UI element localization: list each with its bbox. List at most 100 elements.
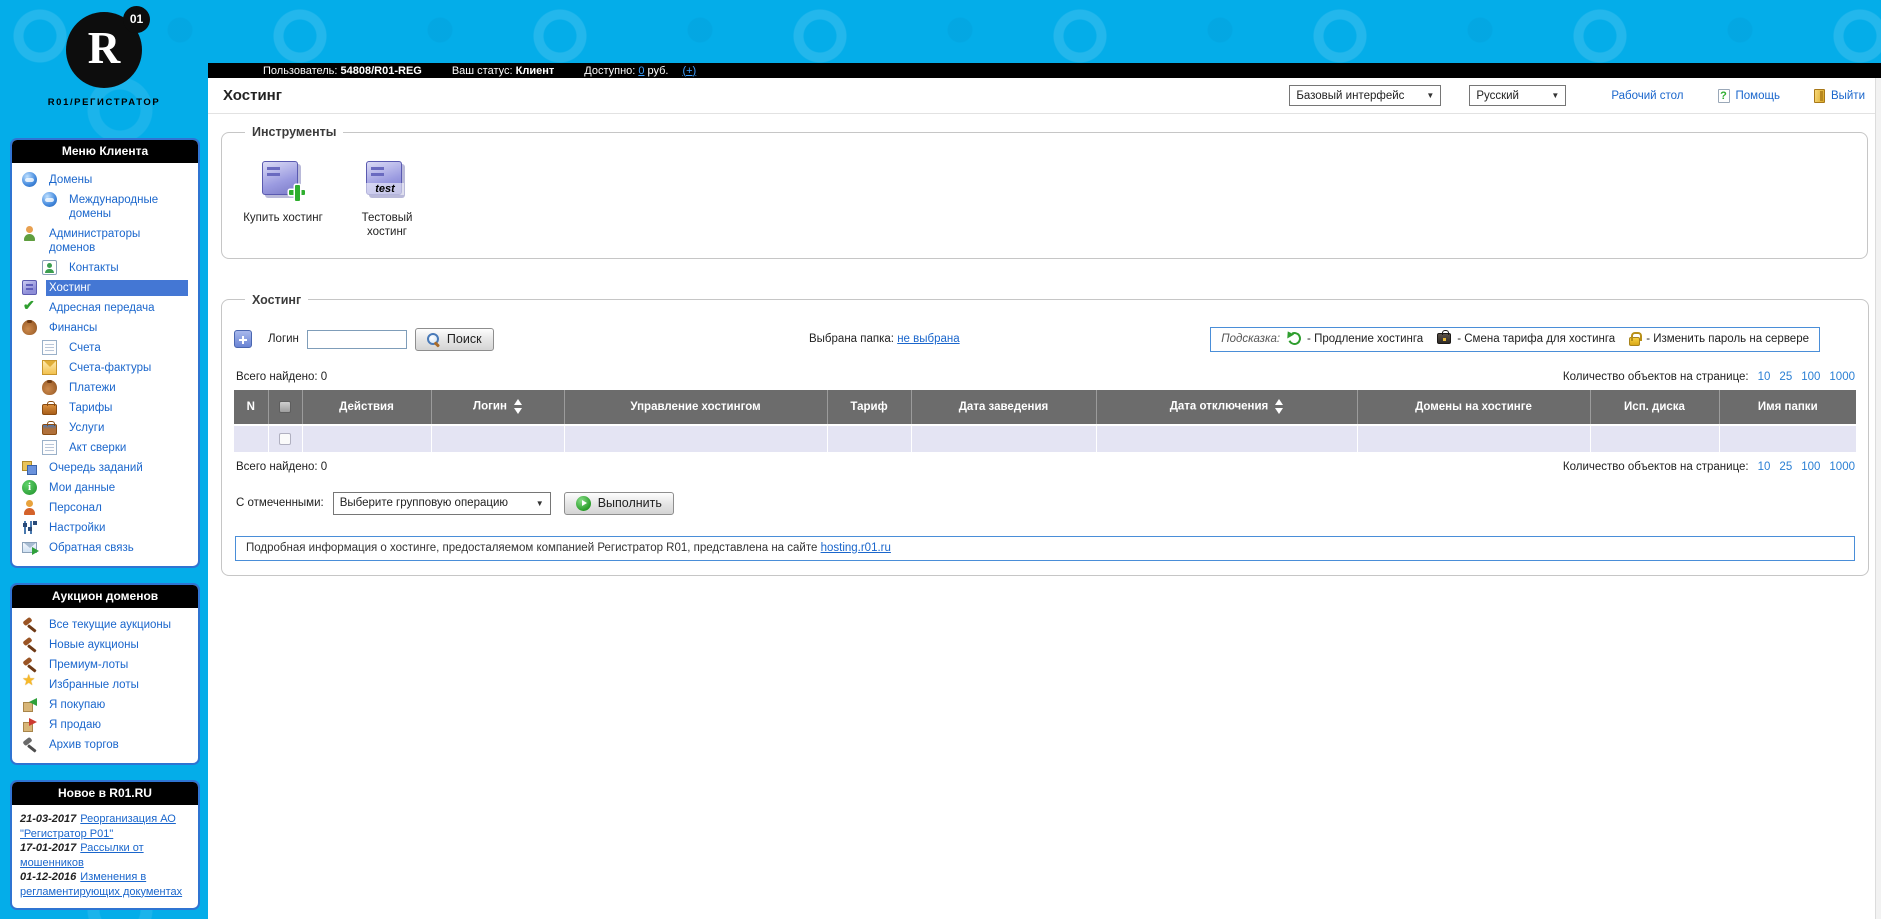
sidebar-item[interactable]: Премиум-лоты bbox=[12, 655, 194, 675]
per-page: Количество объектов на странице: 10 25 100 1… bbox=[1563, 371, 1855, 383]
help-link[interactable]: Помощь bbox=[1717, 88, 1780, 103]
r01-logo-icon: R 01 bbox=[66, 6, 150, 88]
sidebar-item[interactable]: Акт сверки bbox=[12, 438, 194, 458]
balance-link[interactable]: 0 bbox=[638, 65, 644, 77]
column-header-label: Действия bbox=[339, 400, 394, 413]
header-controls: Базовый интерфейс ▼ Русский ▼ Рабочий ст… bbox=[1289, 85, 1865, 106]
settings-icon bbox=[22, 520, 37, 535]
per-page-option[interactable]: 100 bbox=[1801, 461, 1820, 473]
per-page-option[interactable]: 100 bbox=[1801, 371, 1820, 383]
sidebar-item-label: Счета bbox=[69, 342, 101, 354]
scrollbar[interactable] bbox=[1875, 78, 1881, 919]
sidebar-item[interactable]: Домены bbox=[12, 170, 194, 190]
language-select[interactable]: Русский ▼ bbox=[1469, 85, 1567, 106]
table-cell bbox=[431, 423, 565, 452]
language-select-value: Русский bbox=[1476, 89, 1519, 102]
help-link-label: Помощь bbox=[1735, 89, 1780, 102]
page: { "sidebar": { "logo": {"letter": "R", "… bbox=[0, 0, 1881, 919]
tool-test-hosting[interactable]: test Тестовый хостинг bbox=[342, 161, 432, 240]
sidebar-item[interactable]: Финансы bbox=[12, 318, 194, 338]
group-operation-select[interactable]: Выберите групповую операцию ▼ bbox=[332, 491, 551, 515]
sidebar-item[interactable]: Новые аукционы bbox=[12, 635, 194, 655]
sidebar-item-label: Платежи bbox=[69, 382, 116, 394]
sidebar-item[interactable]: Платежи bbox=[12, 378, 194, 398]
column-header: Домены на хостинге bbox=[1357, 389, 1591, 425]
sort-desc-icon[interactable] bbox=[1275, 408, 1284, 415]
sidebar-item-label: Администраторы доменов bbox=[49, 228, 141, 254]
main: Инструменты Купить хостинг test Тестовый х… bbox=[208, 114, 1881, 576]
test-badge: test bbox=[366, 183, 404, 195]
sidebar-item[interactable]: Я продаю bbox=[12, 715, 194, 735]
sidebar-item[interactable]: Настройки bbox=[12, 518, 194, 538]
column-header[interactable]: Дата отключения bbox=[1096, 389, 1358, 425]
sidebar-item[interactable]: Я покупаю bbox=[12, 695, 194, 715]
sidebar: R 01 R01/РЕГИСТРАТОР Меню Клиента Домены… bbox=[0, 0, 208, 919]
column-header[interactable] bbox=[268, 389, 303, 425]
row-checkbox[interactable] bbox=[279, 432, 291, 445]
news-title: Новое в R01.RU bbox=[12, 782, 198, 805]
per-page-option[interactable]: 25 bbox=[1779, 371, 1792, 383]
sort-arrows[interactable] bbox=[513, 399, 522, 415]
folder-link[interactable]: не выбрана bbox=[897, 333, 959, 345]
sidebar-item[interactable]: Архив торгов bbox=[12, 735, 194, 755]
per-page-option[interactable]: 1000 bbox=[1829, 371, 1855, 383]
sidebar-item[interactable]: Адресная передача bbox=[12, 298, 194, 318]
select-all-checkbox[interactable] bbox=[279, 400, 291, 413]
interface-select[interactable]: Базовый интерфейс ▼ bbox=[1289, 85, 1442, 106]
add-hosting-button[interactable] bbox=[234, 330, 252, 349]
login-input[interactable] bbox=[306, 329, 407, 349]
execute-button[interactable]: Выполнить bbox=[563, 491, 674, 515]
news-item: 17-01-2017 Рассылки от мошенников bbox=[20, 841, 190, 870]
services-icon bbox=[42, 421, 57, 435]
column-header: Действия bbox=[302, 389, 432, 425]
tool-buy-hosting[interactable]: Купить хостинг bbox=[238, 161, 328, 240]
finance-icon bbox=[22, 320, 37, 335]
sidebar-item[interactable]: Услуги bbox=[12, 418, 194, 438]
sidebar-item[interactable]: Администраторы доменов bbox=[12, 224, 194, 258]
sort-arrows[interactable] bbox=[1275, 399, 1284, 415]
document-icon bbox=[42, 440, 57, 455]
sidebar-item[interactable]: Международные домены bbox=[12, 190, 194, 224]
sort-asc-icon[interactable] bbox=[513, 399, 522, 406]
sort-desc-icon[interactable] bbox=[513, 408, 522, 415]
sidebar-item[interactable]: Все текущие аукционы bbox=[12, 615, 194, 635]
sidebar-item[interactable]: Счета bbox=[12, 338, 194, 358]
sidebar-item[interactable]: Тарифы bbox=[12, 398, 194, 418]
desktop-link[interactable]: Рабочий стол bbox=[1611, 90, 1683, 102]
status-value: Клиент bbox=[515, 64, 555, 77]
topup-link[interactable]: (+) bbox=[682, 65, 696, 77]
plus-icon bbox=[235, 331, 251, 347]
news-item: 01-12-2016 Изменения в регламентирующих д… bbox=[20, 870, 190, 899]
tariff-dark-icon bbox=[1437, 330, 1452, 345]
payments-icon bbox=[42, 380, 57, 395]
sidebar-item[interactable]: Счета-фактуры bbox=[12, 358, 194, 378]
per-page-option[interactable]: 10 bbox=[1758, 461, 1771, 473]
sidebar-item[interactable]: Контакты bbox=[12, 258, 194, 278]
column-header: Тариф bbox=[827, 389, 912, 425]
sort-asc-icon[interactable] bbox=[1275, 399, 1284, 406]
execute-arrow-icon bbox=[575, 495, 591, 511]
found-label: Всего найдено: bbox=[236, 370, 318, 383]
sidebar-item-label: Все текущие аукционы bbox=[49, 619, 172, 631]
sidebar-item[interactable]: Очередь заданий bbox=[12, 458, 194, 478]
per-page-option[interactable]: 1000 bbox=[1829, 461, 1855, 473]
column-header[interactable]: Логин bbox=[431, 389, 565, 425]
logout-link[interactable]: Выйти bbox=[1813, 88, 1865, 103]
sidebar-item[interactable]: Персонал bbox=[12, 498, 194, 518]
sell-icon bbox=[22, 717, 37, 732]
sidebar-item-label: Контакты bbox=[69, 262, 119, 274]
found-row-top: Всего найдено: 0 Количество объектов на … bbox=[236, 371, 1855, 383]
info-link[interactable]: hosting.r01.ru bbox=[821, 542, 891, 554]
sidebar-item[interactable]: Хостинг bbox=[12, 278, 194, 298]
search-button[interactable]: Поиск bbox=[414, 327, 494, 351]
plus-icon bbox=[288, 183, 306, 201]
found-count: Всего найдено: 0 bbox=[236, 371, 327, 383]
sidebar-item[interactable]: Избранные лоты bbox=[12, 674, 194, 695]
sidebar-item-label: Домены bbox=[49, 174, 93, 186]
chevron-down-icon: ▼ bbox=[1551, 91, 1560, 100]
logout-door-icon bbox=[1813, 88, 1825, 103]
per-page-option[interactable]: 10 bbox=[1758, 371, 1771, 383]
sidebar-item[interactable]: Мои данные bbox=[12, 478, 194, 498]
per-page-option[interactable]: 25 bbox=[1779, 461, 1792, 473]
sidebar-item[interactable]: Обратная связь bbox=[12, 538, 194, 558]
